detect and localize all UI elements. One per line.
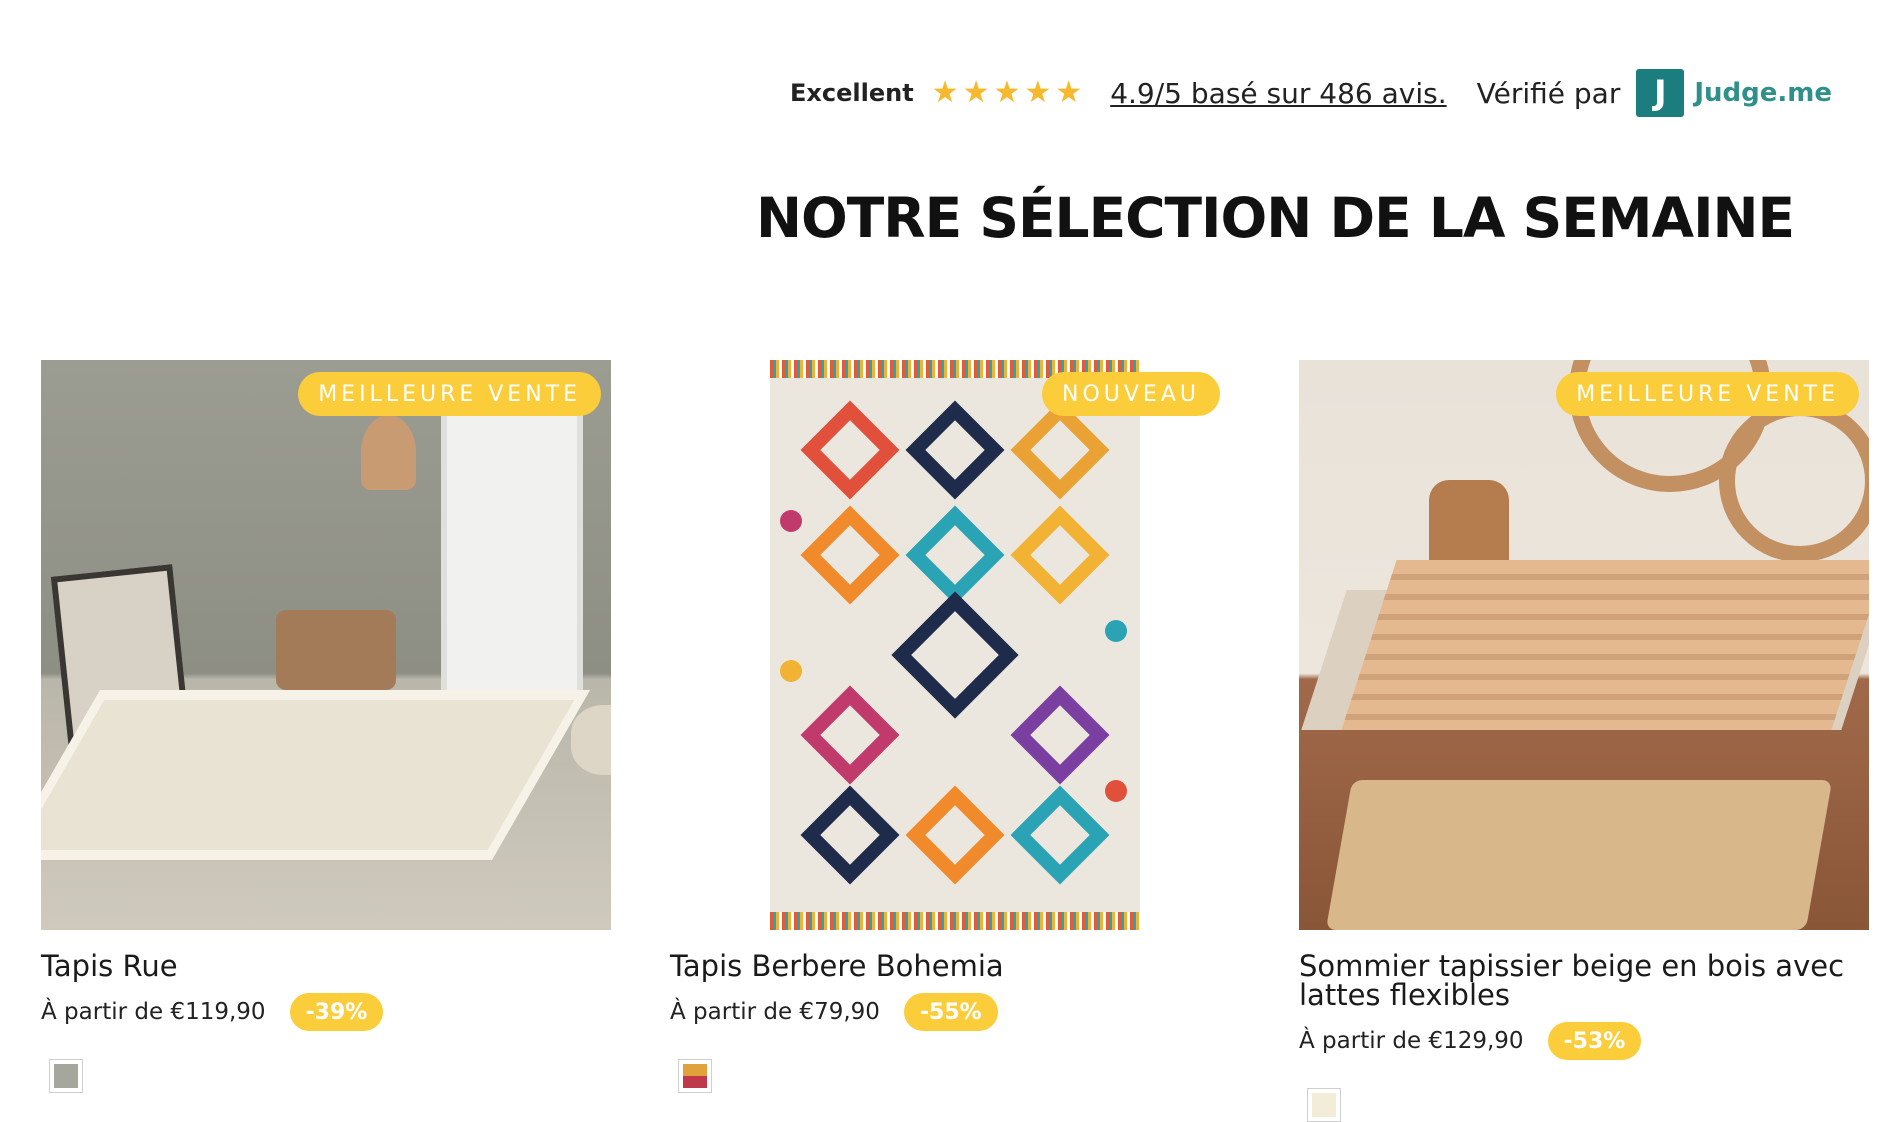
rug-motif xyxy=(905,400,1005,500)
judgeme-brand-name[interactable]: Judge.me xyxy=(1694,78,1832,108)
rug-motif xyxy=(800,785,900,885)
lamp-illustration xyxy=(361,415,416,490)
reviews-summary-link[interactable]: 4.9/5 basé sur 486 avis. xyxy=(1110,77,1446,110)
product-price: À partir de €129,90 xyxy=(1299,1028,1524,1054)
price-row: À partir de €129,90 -53% xyxy=(1299,1022,1869,1060)
product-image[interactable]: MEILLEURE VENTE xyxy=(1299,360,1869,930)
rug-motif xyxy=(891,591,1019,719)
product-card[interactable]: MEILLEURE VENTE Tapis Rue À partir de €1… xyxy=(41,360,611,1093)
star-icon: ★ xyxy=(1024,75,1052,110)
rug-motif xyxy=(800,400,900,500)
rug-motif xyxy=(905,785,1005,885)
product-badge: MEILLEURE VENTE xyxy=(298,372,601,416)
wreath-illustration xyxy=(1719,400,1869,562)
product-image[interactable]: MEILLEURE VENTE xyxy=(41,360,611,930)
rug-dot xyxy=(1105,620,1127,642)
star-icon: ★ xyxy=(931,75,959,110)
window-illustration xyxy=(441,390,583,702)
discount-badge: -53% xyxy=(1547,1022,1642,1060)
rug-motif xyxy=(800,505,900,605)
swatch-color xyxy=(1312,1093,1336,1117)
rating-label: Excellent xyxy=(790,79,914,107)
rug-dot xyxy=(780,660,802,682)
product-card[interactable]: NOUVEAU Tapis Berbere Bohemia À partir d… xyxy=(670,360,1240,1093)
product-image[interactable]: NOUVEAU xyxy=(670,360,1240,930)
review-summary-bar: Excellent ★ ★ ★ ★ ★ 4.9/5 basé sur 486 a… xyxy=(790,68,1832,118)
rating-stars: ★ ★ ★ ★ ★ xyxy=(932,78,1083,108)
pouf-illustration xyxy=(571,705,611,775)
bed-slats-illustration xyxy=(1341,560,1869,730)
swatch-color xyxy=(54,1064,78,1088)
product-badge: NOUVEAU xyxy=(1042,372,1220,416)
rug-motif xyxy=(1010,505,1110,605)
swatch-color xyxy=(683,1064,707,1088)
rug-dot xyxy=(1105,780,1127,802)
star-icon: ★ xyxy=(993,75,1021,110)
discount-badge: -55% xyxy=(903,993,998,1031)
jute-rug-illustration xyxy=(1325,780,1833,930)
price-row: À partir de €119,90 -39% xyxy=(41,993,611,1031)
rug-illustration xyxy=(41,690,591,860)
product-price: À partir de €79,90 xyxy=(670,999,880,1025)
color-swatch[interactable] xyxy=(1307,1088,1341,1122)
rug-fringe xyxy=(770,912,1140,930)
rug-motif xyxy=(1010,785,1110,885)
rug-dot xyxy=(780,510,802,532)
berber-rug-illustration xyxy=(770,360,1140,930)
judgeme-logo-icon[interactable]: J xyxy=(1636,69,1685,117)
discount-badge: -39% xyxy=(289,993,384,1031)
product-title[interactable]: Tapis Berbere Bohemia xyxy=(670,952,1240,981)
color-swatch[interactable] xyxy=(49,1059,83,1093)
product-card[interactable]: MEILLEURE VENTE Sommier tapissier beige … xyxy=(1299,360,1869,1122)
product-badge: MEILLEURE VENTE xyxy=(1556,372,1859,416)
product-title[interactable]: Sommier tapissier beige en bois avec lat… xyxy=(1299,952,1869,1010)
section-title: NOTRE SÉLECTION DE LA SEMAINE xyxy=(756,186,1795,250)
rug-motif xyxy=(905,505,1005,605)
product-price: À partir de €119,90 xyxy=(41,999,266,1025)
color-swatch[interactable] xyxy=(678,1059,712,1093)
star-icon: ★ xyxy=(962,75,990,110)
star-icon: ★ xyxy=(1055,75,1083,110)
rug-motif xyxy=(1010,685,1110,785)
verified-by-label: Vérifié par xyxy=(1476,76,1621,110)
rug-motif xyxy=(800,685,900,785)
price-row: À partir de €79,90 -55% xyxy=(670,993,1240,1031)
chair-illustration xyxy=(276,610,396,690)
product-title[interactable]: Tapis Rue xyxy=(41,952,611,981)
